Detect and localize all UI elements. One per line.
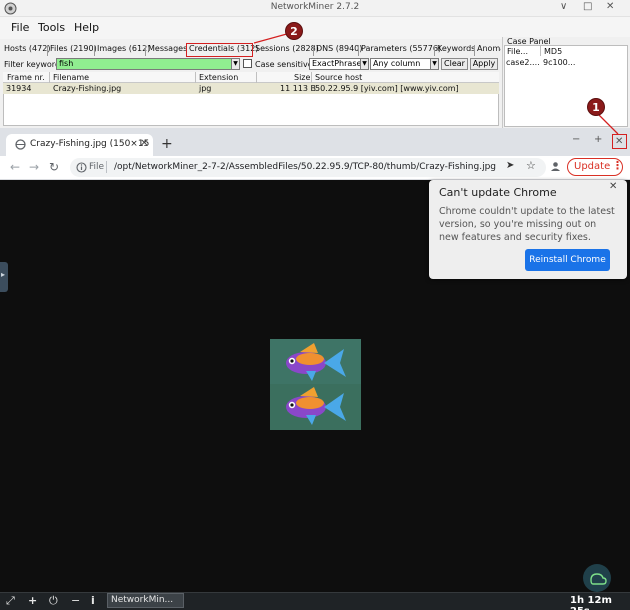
menu-kebab-icon[interactable]: ⋮ [612,159,623,172]
share-icon[interactable]: ➤ [506,160,514,171]
cell-extension: jpg [199,84,212,93]
url-divider [106,161,107,173]
credentials-highlight-box [186,43,253,57]
network-tray-icon[interactable] [583,564,611,592]
tab-divider [145,45,146,56]
case-row-file[interactable]: case2.... [506,58,540,67]
cell-filename: Crazy-Fishing.jpg [53,84,122,93]
tab-parameters[interactable]: Parameters (55776) [361,44,441,53]
tab-messages[interactable]: Messages [148,44,187,53]
taskbar-app-networkminer[interactable]: NetworkMin... [107,593,184,608]
tab-divider [313,45,314,56]
url-text[interactable]: /opt/NetworkMiner_2-7-2/AssembledFiles/5… [114,162,499,172]
column-select[interactable]: Any column [370,58,439,70]
reinstall-chrome-button[interactable]: Reinstall Chrome [525,249,610,271]
bookmark-star-icon[interactable]: ☆ [526,159,536,172]
chevron-down-icon[interactable]: ▼ [360,58,369,70]
tab-dns[interactable]: DNS (8940) [316,44,362,53]
tab-divider [47,45,48,56]
apply-button[interactable]: Apply [470,58,498,70]
filter-keyword-label: Filter keyword: [4,60,63,69]
tab-divider [434,45,435,56]
popup-title: Can't update Chrome [439,186,557,199]
tab-hosts[interactable]: Hosts (472) [4,44,50,53]
column-divider[interactable] [311,72,312,83]
window-title: NetworkMiner 2.7.2 [270,2,360,12]
profile-icon[interactable] [550,161,561,172]
chevron-right-icon: ▸ [1,270,6,279]
column-divider [540,46,541,56]
chevron-down-icon[interactable]: ▼ [430,58,439,70]
case-column-file[interactable]: File... [507,47,528,56]
info-icon[interactable]: i [91,594,95,607]
clear-button[interactable]: Clear [441,58,468,70]
annotation-line-1 [597,113,619,135]
tab-anomalies[interactable]: Anoma [477,44,501,53]
column-divider[interactable] [195,72,196,83]
column-header-source-host[interactable]: Source host [315,73,362,82]
case-sensitive-checkbox[interactable] [243,59,252,68]
power-icon[interactable]: ⏻ [49,594,58,608]
column-header-frame[interactable]: Frame nr. [7,73,45,82]
case-column-md5[interactable]: MD5 [544,47,562,56]
update-label: Update [574,161,611,172]
url-scheme-label: File [89,162,105,172]
column-divider[interactable] [49,72,50,83]
tab-title: Crazy-Fishing.jpg (150×15 [30,139,150,149]
chrome-minimize-icon[interactable]: − [572,134,580,145]
add-icon[interactable]: + [28,594,37,607]
expand-icon[interactable]: ⤢ [6,594,15,608]
column-header-extension[interactable]: Extension [199,73,238,82]
menu-help[interactable]: Help [74,21,99,34]
annotation-marker-1: 1 [587,98,605,116]
tab-images[interactable]: Images (612) [97,44,150,53]
back-icon[interactable]: ← [10,160,20,174]
tab-divider [94,45,95,56]
screen: NetworkMiner 2.7.2 ∨ □ ✕ File Tools Help… [0,0,630,610]
cell-frame: 31934 [6,84,32,93]
tab-files[interactable]: Files (2190) [50,44,97,53]
popup-body: Chrome couldn't update to the latest ver… [439,206,615,243]
window-close-icon[interactable]: ✕ [606,1,614,12]
column-header-filename[interactable]: Filename [53,73,89,82]
tab-divider [358,45,359,56]
filter-dropdown-icon[interactable]: ▼ [231,58,240,70]
popup-close-icon[interactable]: ✕ [609,181,617,192]
tab-divider [474,45,475,56]
tab-keywords[interactable]: Keywords [437,44,475,53]
minimize-icon[interactable]: ∨ [560,1,567,12]
session-clock: 1h 12m 25s [570,595,612,610]
menu-tools[interactable]: Tools [38,21,65,34]
globe-icon [15,139,26,150]
case-sensitive-label: Case sensitive [255,60,313,69]
reload-icon[interactable]: ↻ [49,160,59,174]
cell-source-host: 50.22.95.9 [yiv.com] [www.yiv.com] [315,84,459,93]
column-divider[interactable] [256,72,257,83]
menu-file[interactable]: File [11,21,29,34]
new-tab-icon[interactable]: + [161,136,173,152]
cell-size: 11 113 B [280,84,317,93]
maximize-icon[interactable]: □ [583,1,592,12]
crazy-fishing-image [270,339,361,430]
tab-close-icon[interactable]: ✕ [140,138,148,149]
case-row-md5[interactable]: 9c100... [543,58,575,67]
remove-icon[interactable]: − [71,594,80,607]
forward-icon[interactable]: → [29,160,39,174]
info-icon[interactable] [76,162,87,173]
annotation-marker-2: 2 [285,22,303,40]
column-header-size[interactable]: Size [294,73,310,82]
filter-keyword-input[interactable]: fish [56,58,232,70]
